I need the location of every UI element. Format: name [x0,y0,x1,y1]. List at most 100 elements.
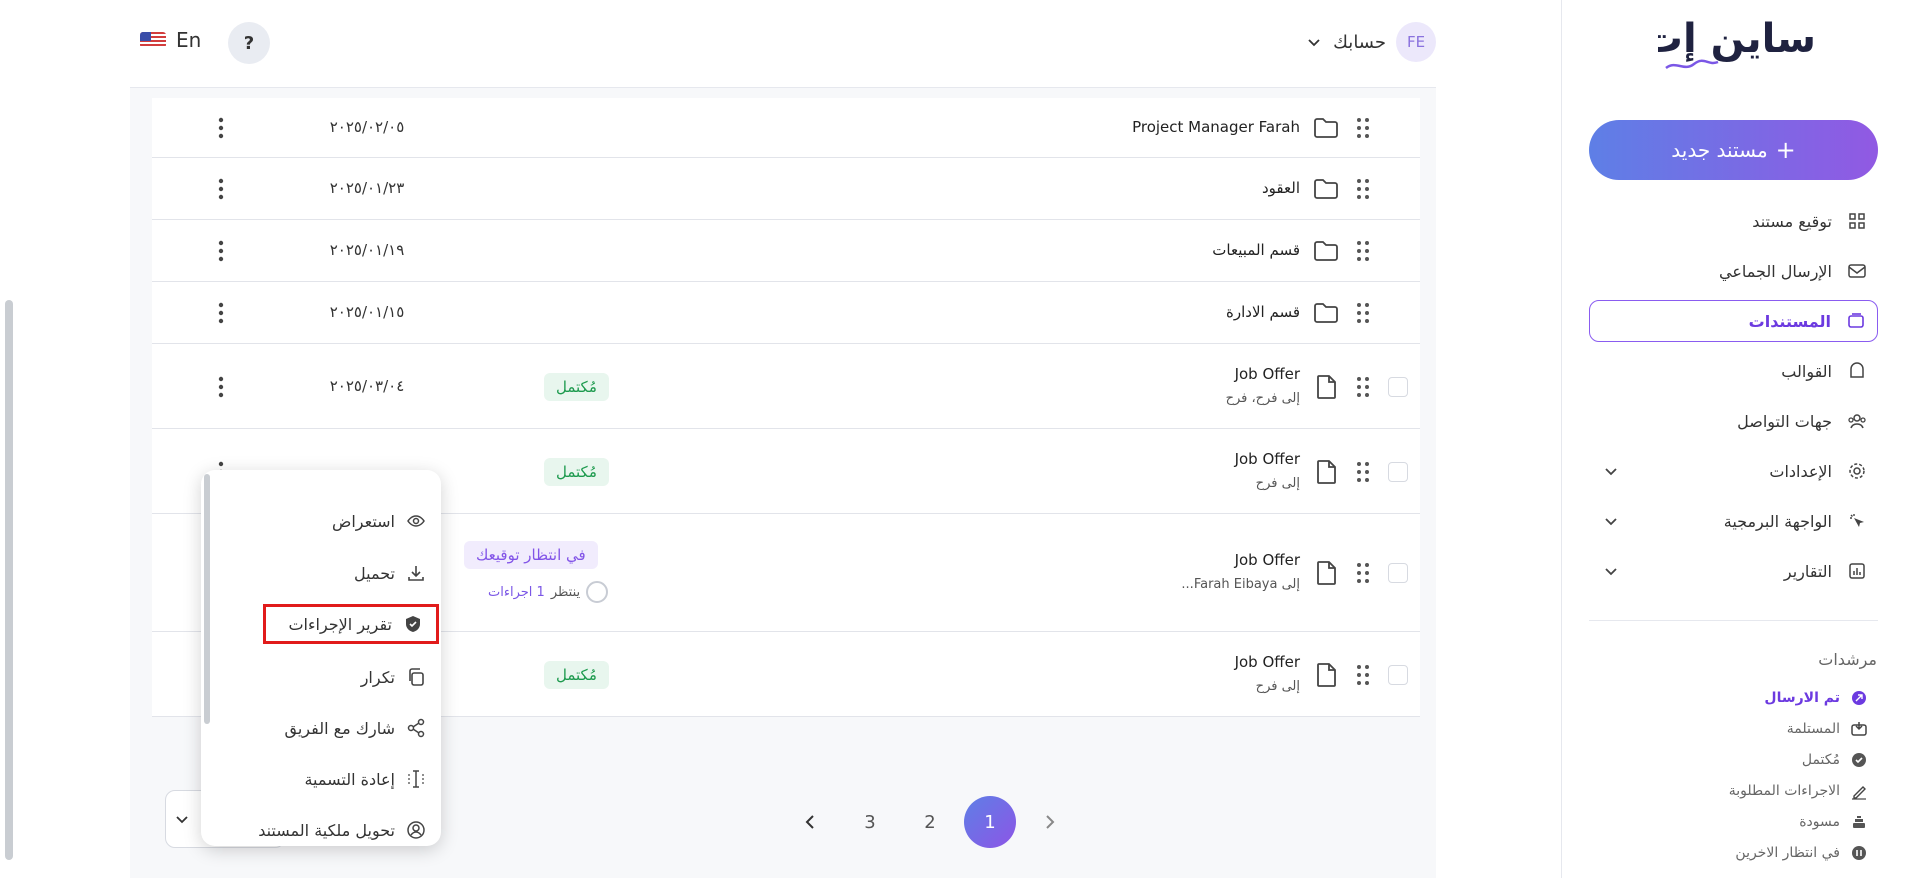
logo-text: ساين إت [1658,16,1816,62]
contacts-icon [1846,410,1868,432]
filter-actions-required[interactable]: الاجراءات المطلوبة [1589,775,1878,806]
page-3-button[interactable]: 3 [840,797,900,847]
page-1-button[interactable]: 1 [964,796,1016,848]
status-badge: مُكتمل [544,457,609,486]
help-button[interactable]: ? [228,22,270,64]
filter-completed[interactable]: مُكتمل [1589,744,1878,775]
menu-scrollbar[interactable] [204,474,210,724]
folder-icon [1312,114,1340,142]
status-badge: مُكتمل [544,660,609,689]
kebab-menu-icon[interactable] [217,375,225,399]
chevron-down-icon[interactable] [1601,561,1621,581]
drag-handle-icon[interactable] [1356,562,1370,584]
grid-icon [1846,210,1868,232]
sidebar-item-bulk-send[interactable]: الإرسال الجماعي [1589,250,1878,292]
menu-item-transfer-ownership[interactable]: تحويل ملكية المستند [258,810,427,846]
folder-icon [1312,175,1340,203]
sidebar-item-label: الواجهة البرمجية [1723,511,1832,531]
kebab-menu-icon[interactable] [217,301,225,325]
folder-name[interactable]: قسم المبيعات [1212,241,1300,259]
status-badge: مُكتمل [544,372,609,401]
brand-logo[interactable]: ساين إت [1658,10,1818,76]
filters-title: مرشدات [1818,650,1877,669]
share-icon [405,717,427,739]
sidebar-item-contacts[interactable]: جهات التواصل [1589,400,1878,442]
folder-name[interactable]: العقود [1262,179,1300,197]
folder-name[interactable]: Project Manager Farah [1132,118,1300,136]
table-row[interactable]: ٢٠٢٥/٠٣/٠٤ Job Offer إلى فرح، فرح مُكتمل [152,344,1420,429]
document-name: Job Offer [1234,652,1300,671]
user-circle-icon [405,819,427,841]
check-circle-icon [1850,751,1868,769]
language-label: En [176,28,202,52]
prev-page-button[interactable] [780,797,840,847]
status-badge: في انتظار توقيعك [464,541,598,569]
table-row[interactable]: ٢٠٢٥/٠٢/٠٥ Project Manager Farah [152,98,1420,158]
avatar: FE [1396,22,1436,62]
chevron-down-icon[interactable] [1601,511,1621,531]
kebab-menu-icon[interactable] [217,239,225,263]
filter-waiting-others[interactable]: في انتظار الاخرين [1589,837,1878,868]
sidebar: ساين إت + مستند جديد توقيع مستند الإرسال… [1561,0,1915,878]
folder-name[interactable]: قسم الادارة [1226,303,1300,321]
page-scrollbar[interactable] [5,300,13,860]
filters-list: تم الارسال المستلمة مُكتمل الاجراءات الم… [1589,682,1878,868]
folder-icon [1312,299,1340,327]
documents-icon [1845,310,1867,332]
menu-item-label: شارك مع الفريق [284,718,396,738]
drag-handle-icon[interactable] [1356,376,1370,398]
sidebar-item-label: توقيع مستند [1752,211,1832,231]
drag-handle-icon[interactable] [1356,461,1370,483]
sidebar-item-templates[interactable]: القوالب [1589,350,1878,392]
menu-item-rename[interactable]: إعادة التسمية [304,759,427,799]
drag-handle-icon[interactable] [1356,302,1370,324]
table-row[interactable]: ٢٠٢٥/٠١/١٥ قسم الادارة [152,282,1420,344]
next-page-button[interactable] [1020,797,1080,847]
document-recipients: إلى فرح، فرح [1225,390,1300,406]
new-document-label: مستند جديد [1671,138,1768,162]
pending-label: ينتظر [550,584,581,600]
account-menu[interactable]: FE حسابك [1305,22,1436,62]
menu-item-download[interactable]: تحميل [354,553,427,593]
drag-handle-icon[interactable] [1356,240,1370,262]
sidebar-item-reports[interactable]: التقارير [1589,550,1878,592]
document-icon [1312,373,1340,401]
kebab-menu-icon[interactable] [217,116,225,140]
menu-item-actions-report[interactable]: تقرير الإجراءات [263,604,439,644]
new-document-button[interactable]: + مستند جديد [1589,120,1878,180]
page-2-button[interactable]: 2 [900,797,960,847]
drag-handle-icon[interactable] [1356,178,1370,200]
drag-handle-icon[interactable] [1356,664,1370,686]
menu-item-preview[interactable]: استعراض [332,501,427,541]
filter-sent[interactable]: تم الارسال [1589,682,1878,713]
sidebar-item-documents[interactable]: المستندات [1589,300,1878,342]
chevron-down-icon[interactable] [1601,461,1621,481]
document-name: Job Offer [1234,364,1300,383]
folder-icon [1312,237,1340,265]
drag-handle-icon[interactable] [1356,117,1370,139]
sidebar-item-api[interactable]: الواجهة البرمجية [1589,500,1878,542]
kebab-menu-icon[interactable] [217,177,225,201]
sidebar-item-label: التقارير [1783,561,1832,581]
row-checkbox[interactable] [1388,461,1408,482]
sidebar-item-label: الإعدادات [1769,461,1832,481]
row-checkbox[interactable] [1388,563,1408,583]
filter-draft[interactable]: مسودة [1589,806,1878,837]
pending-actions: ينتظر 1 اجراءات [488,581,609,603]
row-checkbox[interactable] [1388,376,1408,397]
filter-received[interactable]: المستلمة [1589,713,1878,744]
language-switcher[interactable]: En [140,28,201,52]
table-row[interactable]: ٢٠٢٥/٠١/٢٣ العقود [152,158,1420,220]
menu-item-duplicate[interactable]: تكرار [361,657,427,697]
sidebar-item-sign-document[interactable]: توقيع مستند [1589,200,1878,242]
row-date: ٢٠٢٥/٠٢/٠٥ [329,118,405,136]
table-row[interactable]: ٢٠٢٥/٠١/١٩ قسم المبيعات [152,220,1420,282]
pagination: 3 2 1 [780,796,1080,848]
pending-actions-count[interactable]: 1 اجراءات [488,585,545,600]
pause-icon [1850,844,1868,862]
sidebar-item-settings[interactable]: الإعدادات [1589,450,1878,492]
document-recipients: إلى Farah Eibaya... [1181,577,1300,592]
filter-label: في انتظار الاخرين [1735,844,1840,861]
menu-item-share-team[interactable]: شارك مع الفريق [285,708,428,748]
row-checkbox[interactable] [1388,664,1408,685]
